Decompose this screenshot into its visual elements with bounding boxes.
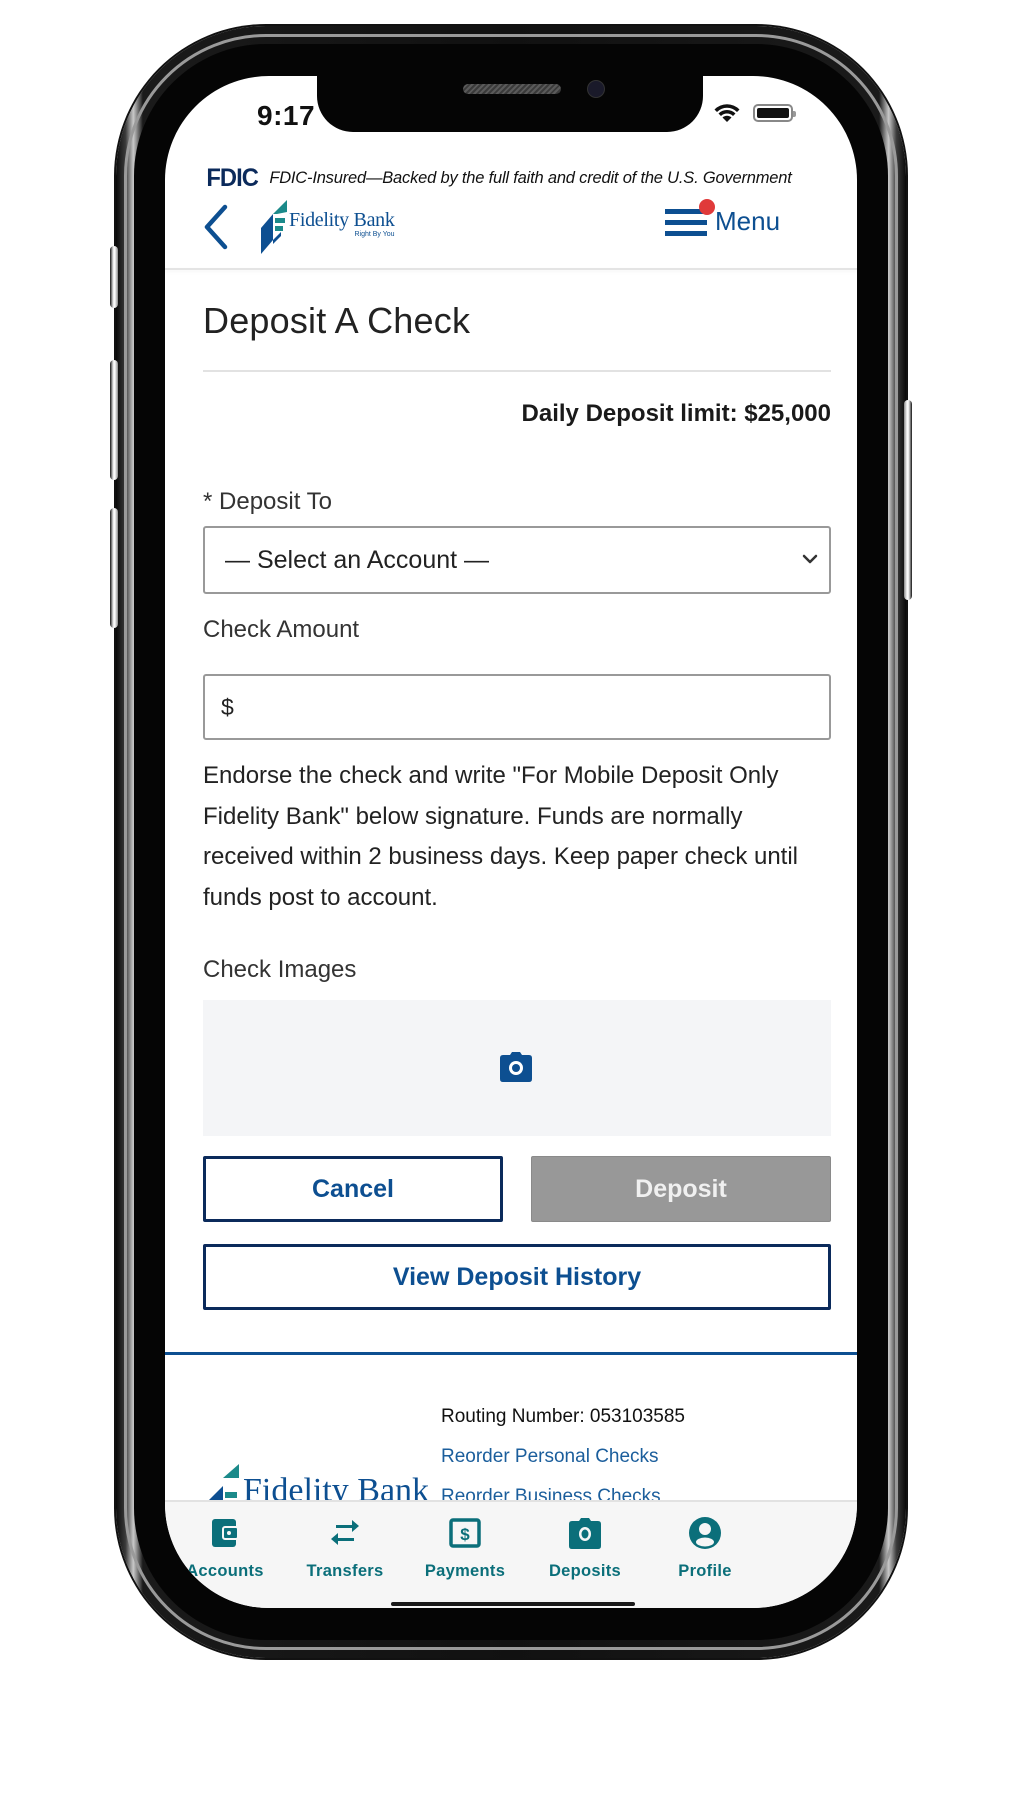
footer-divider bbox=[165, 1352, 857, 1355]
status-icons bbox=[713, 102, 796, 124]
wallet-icon bbox=[212, 1519, 239, 1547]
currency-prefix: $ bbox=[221, 694, 234, 720]
tab-transfers[interactable]: Transfers bbox=[285, 1516, 405, 1581]
camera-icon[interactable] bbox=[499, 1050, 533, 1084]
phone-screen: 9:17 FDIC FDIC-Insured—Backed by the ful… bbox=[165, 76, 857, 1608]
fdic-text: FDIC-Insured—Backed by the full faith an… bbox=[269, 169, 792, 187]
chevron-down-icon bbox=[802, 554, 818, 564]
check-amount-input[interactable]: $ bbox=[203, 674, 831, 740]
wifi-icon bbox=[714, 104, 740, 122]
tab-deposits[interactable]: Deposits bbox=[525, 1516, 645, 1581]
menu-label: Menu bbox=[715, 206, 781, 236]
reorder-personal-checks-link[interactable]: Reorder Personal Checks bbox=[441, 1446, 659, 1468]
tab-label: Profile bbox=[678, 1562, 732, 1580]
check-amount-label: Check Amount bbox=[203, 616, 360, 643]
title-divider bbox=[203, 370, 831, 372]
speaker-grille bbox=[463, 84, 561, 94]
home-indicator[interactable] bbox=[391, 1602, 635, 1606]
tab-payments[interactable]: $ Payments bbox=[405, 1516, 525, 1581]
routing-number: Routing Number: 053103585 bbox=[441, 1406, 686, 1427]
deposit-button[interactable]: Deposit bbox=[531, 1156, 831, 1222]
mute-switch bbox=[110, 246, 118, 308]
fdic-logo: FDIC bbox=[206, 164, 259, 192]
tab-label: Deposits bbox=[548, 1562, 622, 1580]
deposit-account-select[interactable]: — Select an Account — bbox=[203, 526, 831, 594]
transfer-arrows-icon bbox=[331, 1520, 359, 1545]
view-deposit-history-button[interactable]: View Deposit History bbox=[203, 1244, 831, 1310]
notch bbox=[317, 76, 703, 132]
user-circle-icon bbox=[689, 1517, 721, 1549]
battery-icon bbox=[753, 104, 796, 122]
brand-tagline: Right By You bbox=[354, 231, 395, 238]
daily-limit: Daily Deposit limit: $25,000 bbox=[521, 400, 831, 427]
back-chevron-icon[interactable] bbox=[199, 204, 233, 250]
check-image-capture-area[interactable] bbox=[203, 1000, 831, 1136]
dollar-bill-icon: $ bbox=[449, 1518, 481, 1548]
notification-badge bbox=[699, 198, 715, 215]
camera-icon bbox=[569, 1518, 601, 1549]
bottom-tab-bar: Accounts Transfers $ Payments Deposits P… bbox=[165, 1500, 857, 1608]
tab-label: Payments bbox=[424, 1562, 506, 1580]
brand-logo[interactable]: Fidelity Bank Right By You bbox=[261, 200, 395, 254]
tab-label: Transfers bbox=[306, 1562, 384, 1580]
endorsement-instructions: Endorse the check and write "For Mobile … bbox=[203, 762, 799, 911]
header-divider bbox=[165, 268, 857, 270]
power-button bbox=[904, 400, 912, 600]
front-camera bbox=[587, 80, 605, 98]
tab-accounts[interactable]: Accounts bbox=[165, 1516, 285, 1581]
app-header: Fidelity Bank Right By You Menu bbox=[195, 194, 825, 254]
tab-label: Accounts bbox=[186, 1562, 264, 1580]
cancel-button[interactable]: Cancel bbox=[203, 1156, 503, 1222]
tab-profile[interactable]: Profile bbox=[645, 1516, 765, 1581]
volume-down-button bbox=[110, 508, 118, 628]
page-title: Deposit A Check bbox=[203, 300, 471, 341]
volume-up-button bbox=[110, 360, 118, 480]
fidelity-logo-mark-icon bbox=[261, 200, 287, 254]
brand-name: Fidelity Bank bbox=[289, 209, 395, 231]
hamburger-icon bbox=[665, 198, 715, 237]
fdic-banner: FDIC FDIC-Insured—Backed by the full fai… bbox=[205, 164, 792, 193]
menu-button[interactable]: Menu bbox=[665, 198, 781, 237]
check-images-label: Check Images bbox=[203, 956, 357, 983]
status-time: 9:17 bbox=[257, 100, 316, 131]
svg-text:$: $ bbox=[460, 1525, 470, 1544]
deposit-to-label: * Deposit To bbox=[203, 488, 332, 515]
select-value: — Select an Account — bbox=[225, 546, 490, 574]
